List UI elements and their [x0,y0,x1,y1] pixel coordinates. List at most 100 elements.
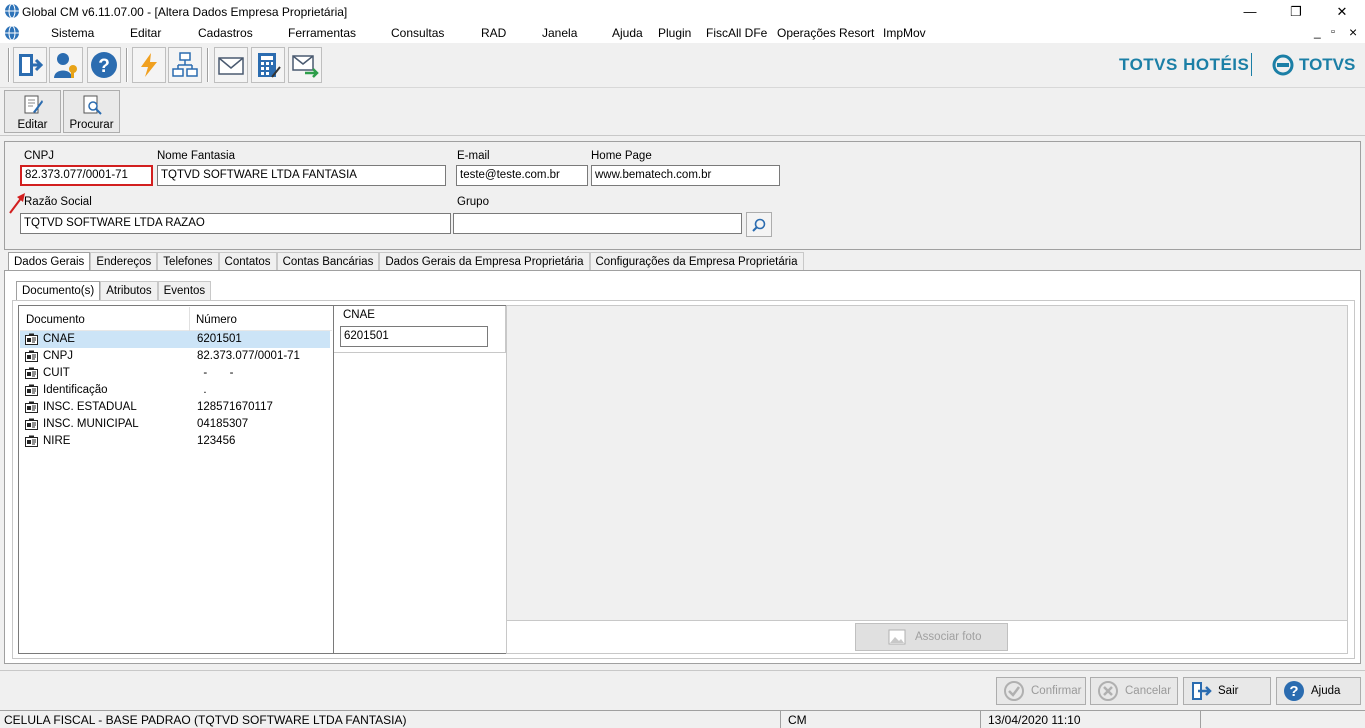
toolbar-exit-button[interactable] [13,47,47,83]
homepage-label: Home Page [591,150,652,162]
status-company: CELULA FISCAL - BASE PADRAO (TQTVD SOFTW… [4,713,407,727]
document-number: 6201501 [197,333,242,345]
document-detail-panel: CNAE 6201501 [334,305,506,654]
subtab-eventos[interactable]: Eventos [157,281,212,300]
document-name: INSC. MUNICIPAL [43,418,139,430]
toolbar-help-button[interactable]: ? [87,47,121,83]
close-button[interactable]: ✕ [1319,0,1365,23]
search-button-label: Procurar [69,119,114,131]
tab-enderecos[interactable]: Endereços [90,252,158,271]
toolbar-mail-button[interactable] [214,47,248,83]
confirm-button[interactable]: Confirmar [996,677,1086,705]
menu-editar[interactable]: Editar [130,26,161,40]
title-bar: Global CM v6.11.07.00 - [Altera Dados Em… [0,0,1365,23]
menu-rad[interactable]: RAD [481,26,506,40]
menu-operacoes-resort[interactable]: Operações Resort [777,26,874,40]
tab-configuracoes-empresa[interactable]: Configurações da Empresa Proprietária [589,252,804,271]
document-card-icon [25,350,38,362]
document-name: CNPJ [43,350,74,362]
razao-social-input[interactable]: TQTVD SOFTWARE LTDA RAZAO [20,213,451,234]
image-icon [888,629,906,645]
menu-consultas[interactable]: Consultas [391,26,444,40]
associate-photo-label: Associar foto [915,631,982,643]
cancel-button[interactable]: Cancelar [1090,677,1178,705]
tab-dados-gerais-empresa[interactable]: Dados Gerais da Empresa Proprietária [379,252,590,271]
edit-button[interactable]: Editar [4,90,61,133]
detail-input[interactable]: 6201501 [340,326,488,347]
help-button[interactable]: ? Ajuda [1276,677,1361,705]
column-header-documento[interactable]: Documento [26,314,85,326]
email-input[interactable]: teste@teste.com.br [456,165,588,186]
status-module: CM [788,713,807,727]
menu-ajuda[interactable]: Ajuda [612,26,643,40]
menu-impmov[interactable]: ImpMov [883,26,926,40]
toolbar-separator [126,48,128,82]
nome-fantasia-input[interactable]: TQTVD SOFTWARE LTDA FANTASIA [157,165,446,186]
status-divider [1200,711,1201,728]
document-card-icon [25,418,38,430]
cancel-label: Cancelar [1125,685,1172,697]
column-header-numero[interactable]: Número [196,314,237,326]
action-bar: Editar Procurar [0,88,1365,136]
table-row[interactable]: NIRE 123456 [20,433,330,450]
minimize-button[interactable]: — [1227,0,1273,23]
menu-cadastros[interactable]: Cadastros [198,26,253,40]
toolbar-mail-send-button[interactable] [288,47,322,83]
confirm-check-icon [1004,681,1024,701]
grupo-search-button[interactable] [746,212,772,237]
table-row[interactable]: Identificação . [20,382,330,399]
toolbar-lightning-button[interactable] [132,47,166,83]
documents-rows: CNAE 6201501 CNPJ 82.373.077/0001-71 CUI… [19,331,331,461]
mdi-restore-button[interactable]: ▫ [1331,26,1335,38]
toolbar-grip [8,48,10,82]
mdi-minimize-button[interactable]: _ [1314,25,1321,39]
tab-telefones[interactable]: Telefones [157,252,219,271]
mail-icon [218,57,244,75]
table-row[interactable]: INSC. ESTADUAL 128571670117 [20,399,330,416]
calculator-icon [258,53,281,78]
mdi-close-button[interactable]: × [1349,24,1357,40]
subtab-documentos[interactable]: Documento(s) [16,281,101,300]
tab-dados-gerais[interactable]: Dados Gerais [8,252,91,272]
document-name: CUIT [43,367,70,379]
menu-fiscall-dfe[interactable]: FiscAll DFe [706,26,767,40]
subtab-atributos[interactable]: Atributos [100,281,158,300]
menu-janela[interactable]: Janela [542,26,577,40]
associate-photo-button[interactable]: Associar foto [855,623,1008,651]
exit-door-icon [19,54,44,76]
document-card-icon [25,384,38,396]
search-button[interactable]: Procurar [63,90,120,133]
restore-button[interactable]: ❐ [1273,0,1319,23]
menu-sistema[interactable]: Sistema [51,26,94,40]
toolbar-org-chart-button[interactable] [168,47,202,83]
window-title: Global CM v6.11.07.00 - [Altera Dados Em… [22,5,348,19]
table-row[interactable]: INSC. MUNICIPAL 04185307 [20,416,330,433]
grupo-label: Grupo [457,196,489,208]
confirm-label: Confirmar [1031,685,1082,697]
menu-plugin[interactable]: Plugin [658,26,691,40]
tab-contas-bancarias[interactable]: Contas Bancárias [276,252,380,271]
table-row[interactable]: CUIT - - [20,365,330,382]
menu-ferramentas[interactable]: Ferramentas [288,26,356,40]
tab-contatos[interactable]: Contatos [218,252,277,271]
email-label: E-mail [457,150,490,162]
mdi-globe-icon[interactable] [4,25,20,41]
toolbar-calculator-button[interactable] [251,47,285,83]
exit-button[interactable]: Sair [1183,677,1271,705]
toolbar-separator [207,48,209,82]
table-row[interactable]: CNPJ 82.373.077/0001-71 [20,348,330,365]
homepage-input[interactable]: www.bematech.com.br [591,165,780,186]
column-divider [189,307,190,331]
edit-button-label: Editar [17,119,48,131]
help-icon: ? [91,52,117,78]
brand-totvs: TOTVS [1299,55,1356,74]
bottom-bar: Confirmar Cancelar Sair ? Ajuda [0,670,1365,710]
grupo-input[interactable] [453,213,742,234]
toolbar-user-button[interactable] [49,47,83,83]
cnpj-input[interactable]: 82.373.077/0001-71 [20,165,153,186]
user-key-icon [54,53,77,78]
document-number: - - [197,367,234,379]
document-name: CNAE [43,333,75,345]
org-chart-icon [172,52,198,77]
table-row[interactable]: CNAE 6201501 [20,331,330,348]
